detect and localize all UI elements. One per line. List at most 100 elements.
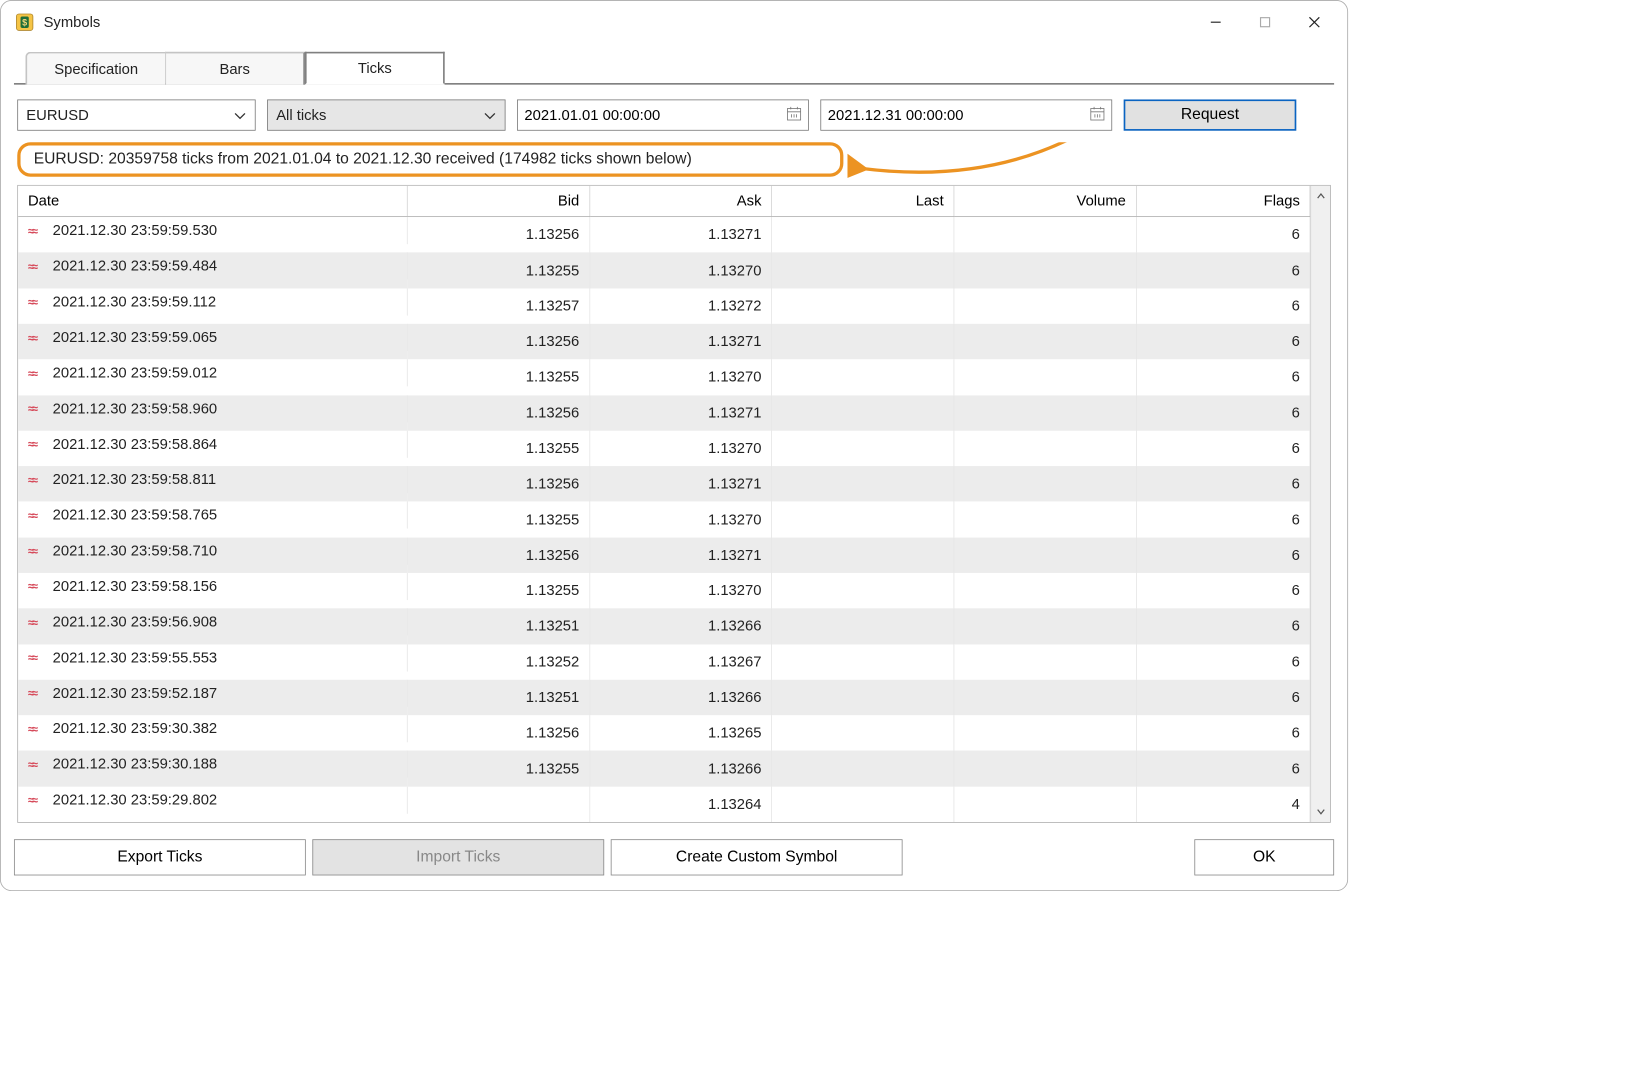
table-row[interactable]: ≈≈2021.12.30 23:59:56.9081.132511.132666 — [18, 608, 1310, 644]
table-row[interactable]: ≈≈2021.12.30 23:59:59.0651.132561.132716 — [18, 324, 1310, 360]
minimize-button[interactable] — [1191, 6, 1240, 39]
col-ask[interactable]: Ask — [590, 186, 772, 217]
request-button[interactable]: Request — [1124, 99, 1297, 130]
cell-date: ≈≈2021.12.30 23:59:58.960 — [18, 395, 407, 422]
cell-bid: 1.13256 — [407, 217, 589, 253]
date-to-input[interactable]: 2021.12.31 00:00:00 — [820, 99, 1112, 130]
tab-bars[interactable]: Bars — [165, 52, 305, 85]
cell-bid: 1.13255 — [407, 253, 589, 289]
tick-icon: ≈≈ — [28, 438, 46, 451]
cell-ask: 1.13265 — [590, 715, 772, 751]
col-bid[interactable]: Bid — [407, 186, 589, 217]
table-row[interactable]: ≈≈2021.12.30 23:59:29.8021.132644 — [18, 786, 1310, 822]
table-row[interactable]: ≈≈2021.12.30 23:59:58.7101.132561.132716 — [18, 537, 1310, 573]
cell-date: ≈≈2021.12.30 23:59:58.765 — [18, 502, 407, 529]
col-volume[interactable]: Volume — [954, 186, 1136, 217]
table-row[interactable]: ≈≈2021.12.30 23:59:52.1871.132511.132666 — [18, 680, 1310, 716]
tick-icon: ≈≈ — [28, 402, 46, 415]
cell-flags: 6 — [1136, 288, 1310, 324]
col-flags[interactable]: Flags — [1136, 186, 1310, 217]
chevron-down-icon — [233, 106, 246, 123]
create-custom-symbol-button[interactable]: Create Custom Symbol — [611, 839, 903, 875]
table-row[interactable]: ≈≈2021.12.30 23:59:55.5531.132521.132676 — [18, 644, 1310, 680]
cell-bid — [407, 786, 589, 822]
cell-volume — [954, 253, 1136, 289]
table-row[interactable]: ≈≈2021.12.30 23:59:58.7651.132551.132706 — [18, 502, 1310, 538]
tab-specification[interactable]: Specification — [25, 52, 165, 85]
tick-icon: ≈≈ — [28, 260, 46, 273]
table-row[interactable]: ≈≈2021.12.30 23:59:59.5301.132561.132716 — [18, 217, 1310, 253]
titlebar: $ Symbols — [1, 1, 1347, 44]
cell-volume — [954, 644, 1136, 680]
status-message: EURUSD: 20359758 ticks from 2021.01.04 t… — [17, 142, 843, 177]
tab-ticks[interactable]: Ticks — [305, 52, 445, 85]
cell-flags: 6 — [1136, 324, 1310, 360]
calendar-icon[interactable] — [787, 106, 802, 125]
tick-icon: ≈≈ — [28, 615, 46, 628]
chevron-down-icon — [483, 106, 496, 123]
cell-bid: 1.13256 — [407, 395, 589, 431]
cell-date: ≈≈2021.12.30 23:59:30.188 — [18, 751, 407, 778]
cell-ask: 1.13270 — [590, 502, 772, 538]
cell-ask: 1.13270 — [590, 253, 772, 289]
scroll-up-icon[interactable] — [1316, 186, 1326, 206]
cell-volume — [954, 466, 1136, 502]
ticks-grid: Date Bid Ask Last Volume Flags ≈≈2021.12… — [17, 185, 1331, 823]
cell-ask: 1.13272 — [590, 288, 772, 324]
table-row[interactable]: ≈≈2021.12.30 23:59:30.3821.132561.132656 — [18, 715, 1310, 751]
cell-date: ≈≈2021.12.30 23:59:59.484 — [18, 253, 407, 280]
col-last[interactable]: Last — [772, 186, 954, 217]
tick-icon: ≈≈ — [28, 580, 46, 593]
cell-bid: 1.13255 — [407, 502, 589, 538]
cell-date: ≈≈2021.12.30 23:59:58.811 — [18, 466, 407, 493]
cell-volume — [954, 573, 1136, 609]
symbol-select[interactable]: EURUSD — [17, 99, 255, 130]
cell-flags: 6 — [1136, 644, 1310, 680]
table-row[interactable]: ≈≈2021.12.30 23:59:58.9601.132561.132716 — [18, 395, 1310, 431]
table-row[interactable]: ≈≈2021.12.30 23:59:59.1121.132571.132726 — [18, 288, 1310, 324]
date-from-input[interactable]: 2021.01.01 00:00:00 — [517, 99, 809, 130]
cell-last — [772, 431, 954, 467]
vertical-scrollbar[interactable] — [1311, 186, 1330, 822]
svg-text:$: $ — [22, 17, 27, 27]
table-row[interactable]: ≈≈2021.12.30 23:59:30.1881.132551.132666 — [18, 751, 1310, 787]
tick-mode-select[interactable]: All ticks — [267, 99, 505, 130]
table-row[interactable]: ≈≈2021.12.30 23:59:59.0121.132551.132706 — [18, 359, 1310, 395]
symbols-window: $ Symbols Specification Bars Ticks EURUS… — [0, 0, 1348, 891]
scroll-down-icon[interactable] — [1316, 802, 1326, 822]
cell-flags: 6 — [1136, 395, 1310, 431]
cell-ask: 1.13267 — [590, 644, 772, 680]
cell-bid: 1.13251 — [407, 608, 589, 644]
tab-bar: Specification Bars Ticks — [14, 50, 1334, 85]
tick-icon: ≈≈ — [28, 473, 46, 486]
cell-bid: 1.13255 — [407, 431, 589, 467]
ok-button[interactable]: OK — [1194, 839, 1334, 875]
cell-last — [772, 537, 954, 573]
cell-volume — [954, 680, 1136, 716]
cell-volume — [954, 715, 1136, 751]
cell-volume — [954, 217, 1136, 253]
export-ticks-button[interactable]: Export Ticks — [14, 839, 306, 875]
cell-date: ≈≈2021.12.30 23:59:52.187 — [18, 680, 407, 707]
table-row[interactable]: ≈≈2021.12.30 23:59:58.1561.132551.132706 — [18, 573, 1310, 609]
cell-bid: 1.13257 — [407, 288, 589, 324]
table-row[interactable]: ≈≈2021.12.30 23:59:58.8641.132551.132706 — [18, 431, 1310, 467]
filter-controls: EURUSD All ticks 2021.01.01 00:00:00 202… — [14, 85, 1334, 139]
cell-flags: 6 — [1136, 253, 1310, 289]
calendar-icon[interactable] — [1090, 106, 1105, 125]
cell-bid: 1.13252 — [407, 644, 589, 680]
table-row[interactable]: ≈≈2021.12.30 23:59:58.8111.132561.132716 — [18, 466, 1310, 502]
import-ticks-button[interactable]: Import Ticks — [312, 839, 604, 875]
date-to-value: 2021.12.31 00:00:00 — [828, 106, 964, 123]
col-date[interactable]: Date — [18, 186, 407, 217]
cell-bid: 1.13251 — [407, 680, 589, 716]
footer-bar: Export Ticks Import Ticks Create Custom … — [1, 839, 1347, 890]
close-button[interactable] — [1290, 6, 1339, 39]
cell-flags: 6 — [1136, 466, 1310, 502]
cell-ask: 1.13271 — [590, 466, 772, 502]
maximize-button[interactable] — [1240, 6, 1289, 39]
table-row[interactable]: ≈≈2021.12.30 23:59:59.4841.132551.13270 6 — [18, 253, 1310, 289]
cell-volume — [954, 395, 1136, 431]
tick-icon: ≈≈ — [28, 758, 46, 771]
cell-ask: 1.13266 — [590, 751, 772, 787]
